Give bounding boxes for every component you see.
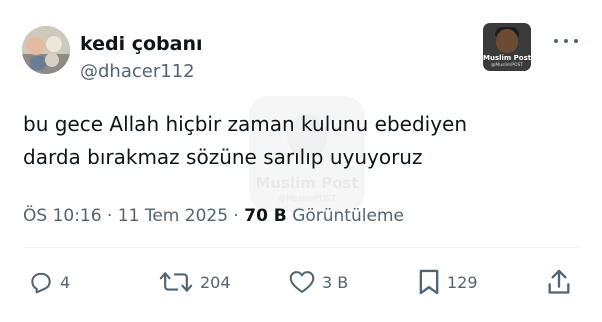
like-button[interactable]: 3 B — [288, 269, 348, 295]
bookmark-icon — [419, 269, 439, 295]
share-icon — [548, 269, 570, 294]
meta-separator: · — [106, 206, 113, 226]
meta-separator: · — [233, 206, 239, 226]
more-options-icon[interactable] — [552, 34, 580, 48]
share-button[interactable] — [546, 269, 572, 295]
views-label: Görüntüleme — [292, 206, 404, 226]
reply-icon — [31, 272, 51, 294]
watermark-subtitle: @MuslimPOST — [278, 194, 336, 203]
repost-count: 204 — [200, 272, 231, 292]
heart-icon — [289, 271, 315, 293]
tweet-meta: ÖS 10:16 · 11 Tem 2025 · 70 B Görüntülem… — [23, 204, 404, 228]
views-count: 70 B — [244, 206, 287, 226]
reply-count: 4 — [60, 272, 71, 292]
divider — [23, 247, 580, 248]
badge-title: Muslim Post — [483, 54, 531, 62]
badge-subtitle: @MuslimPOST — [490, 63, 524, 68]
tweet-time[interactable]: ÖS 10:16 — [23, 206, 102, 226]
author-display-name[interactable]: kedi çobanı — [80, 32, 203, 56]
repost-button[interactable]: 204 — [158, 269, 231, 295]
tweet-date[interactable]: 11 Tem 2025 — [118, 206, 228, 226]
repost-icon — [159, 272, 193, 292]
author-handle[interactable]: @dhacer112 — [80, 60, 195, 84]
tweet-text-line: bu gece Allah hiçbir zaman kulunu ebediy… — [23, 112, 468, 136]
like-count: 3 B — [322, 272, 349, 292]
tweet-text: bu gece Allah hiçbir zaman kulunu ebediy… — [23, 108, 583, 174]
reply-button[interactable]: 4 — [28, 269, 70, 295]
watermark-title: Muslim Post — [255, 174, 359, 192]
tweet-text-line: darda bırakmaz sözüne sarılıp uyuyoruz — [23, 145, 423, 169]
avatar-image — [22, 26, 70, 74]
author-avatar[interactable] — [22, 26, 70, 74]
bookmark-count: 129 — [447, 272, 478, 292]
bookmark-button[interactable]: 129 — [417, 269, 478, 295]
badge-face-shape — [496, 29, 518, 53]
source-badge[interactable]: Muslim Post @MuslimPOST — [483, 23, 531, 71]
